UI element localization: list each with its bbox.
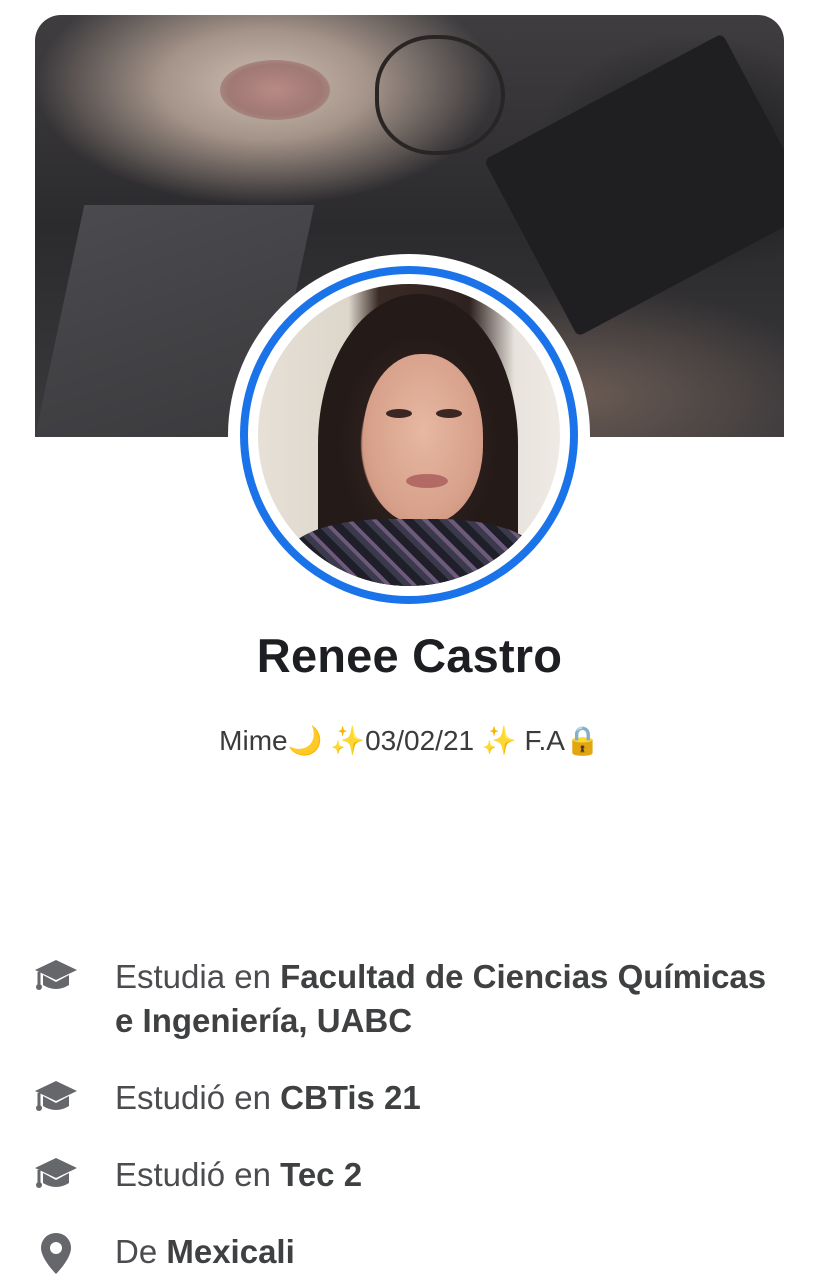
detail-prefix: Estudió en <box>115 1156 281 1193</box>
avatar-detail <box>386 409 412 418</box>
cover-photo-shape <box>483 33 784 337</box>
graduation-cap-icon <box>35 960 77 990</box>
detail-prefix: Estudió en <box>115 1079 281 1116</box>
graduation-cap-icon <box>35 1158 77 1188</box>
detail-row-education: Estudió en CBTis 21 <box>33 1076 793 1120</box>
avatar-detail <box>363 354 483 524</box>
detail-prefix: Estudia en <box>115 958 281 995</box>
detail-value-link[interactable]: Tec 2 <box>280 1156 362 1193</box>
detail-value-link[interactable]: CBTis 21 <box>280 1079 421 1116</box>
detail-text: Estudia en Facultad de Ciencias Químicas… <box>115 955 793 1043</box>
profile-name: Renee Castro <box>256 629 563 682</box>
cover-photo-detail <box>220 60 330 120</box>
profile-avatar[interactable] <box>258 284 560 586</box>
detail-text: Estudió en Tec 2 <box>115 1153 362 1197</box>
cover-photo-detail <box>375 35 505 155</box>
graduation-cap-icon <box>35 1081 77 1111</box>
avatar-detail <box>288 519 538 586</box>
detail-prefix: De <box>115 1233 167 1270</box>
detail-value-link[interactable]: Mexicali <box>166 1233 294 1270</box>
intro-details: Estudia en Facultad de Ciencias Químicas… <box>33 955 793 1274</box>
detail-text: De Mexicali <box>115 1230 295 1274</box>
detail-row-location: De Mexicali <box>33 1230 793 1274</box>
avatar-detail <box>436 409 462 418</box>
avatar-detail <box>406 474 448 488</box>
profile-bio: Mime🌙 ✨03/02/21 ✨ F.A🔒 <box>219 725 600 756</box>
detail-row-education: Estudió en Tec 2 <box>33 1153 793 1197</box>
detail-row-education: Estudia en Facultad de Ciencias Químicas… <box>33 955 793 1043</box>
location-pin-icon <box>41 1233 71 1274</box>
detail-text: Estudió en CBTis 21 <box>115 1076 421 1120</box>
